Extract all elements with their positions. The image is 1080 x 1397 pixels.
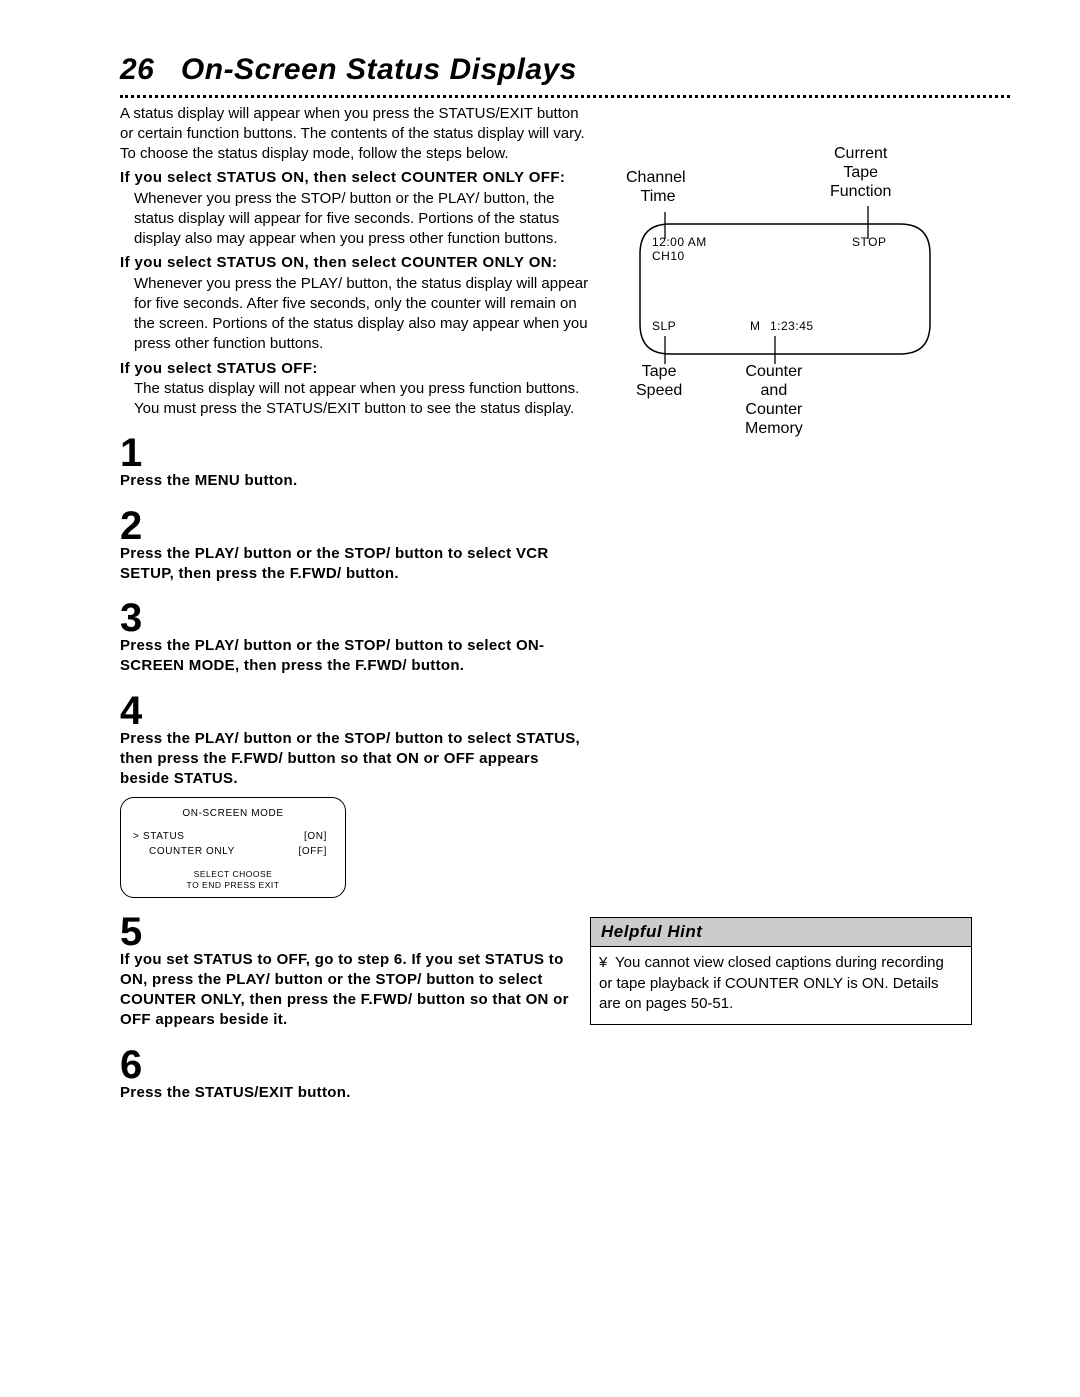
intro-text: A status display will appear when you pr… [120, 104, 590, 165]
step-1-number: 1 [120, 433, 590, 473]
osd-title: ON-SCREEN MODE [133, 806, 333, 821]
osd-row2-value: [OFF] [298, 844, 327, 859]
step-5-text: If you set STATUS to OFF, go to step 6. … [120, 950, 590, 1031]
dotted-rule [120, 95, 1010, 98]
step-6-number: 6 [120, 1045, 590, 1085]
tv-counter: 1:23:45 [770, 319, 814, 333]
section1-heading: If you select STATUS ON, then select COU… [120, 168, 590, 188]
tv-channel: CH10 [652, 249, 685, 263]
helpful-hint-title: Helpful Hint [591, 918, 971, 948]
step-4-number: 4 [120, 691, 590, 731]
tv-diagram: Channel Time CurrentTapeFunction TapeSpe… [610, 124, 960, 454]
label-counter-memory: CounterandCounterMemory [745, 362, 803, 439]
label-tape-speed: TapeSpeed [636, 362, 682, 400]
bullet-icon: ¥ [599, 953, 615, 973]
osd-row-counter-only: COUNTER ONLY [OFF] [133, 844, 333, 859]
section2-body: Whenever you press the PLAY/ button, the… [120, 274, 590, 355]
page-number: 26 [120, 53, 154, 86]
left-column: A status display will appear when you pr… [120, 104, 590, 1103]
section2-heading: If you select STATUS ON, then select COU… [120, 253, 590, 273]
tv-mem: M [750, 319, 761, 333]
osd-footer1: SELECT CHOOSE [133, 869, 333, 880]
osd-footer: SELECT CHOOSE TO END PRESS EXIT [133, 869, 333, 890]
step-3-number: 3 [120, 598, 590, 638]
osd-menu-illustration: ON-SCREEN MODE >STATUS [ON] COUNTER ONLY… [120, 797, 346, 897]
step-5-number: 5 [120, 912, 590, 952]
caret-icon: > [133, 829, 143, 844]
section1-body: Whenever you press the STOP/ button or t… [120, 189, 590, 250]
osd-footer2: TO END PRESS EXIT [133, 880, 333, 891]
section3-heading: If you select STATUS OFF: [120, 359, 590, 379]
step-6-text: Press the STATUS/EXIT button. [120, 1083, 590, 1103]
step-3-text: Press the PLAY/ button or the STOP/ butt… [120, 636, 590, 677]
step-6-text-content: Press the STATUS/EXIT button [120, 1084, 346, 1101]
tv-speed: SLP [652, 319, 676, 333]
tv-time: 12:00 AM [652, 235, 707, 249]
section3-body: The status display will not appear when … [120, 379, 590, 420]
osd-row-status: >STATUS [ON] [133, 829, 333, 844]
osd-row1-value: [ON] [304, 829, 327, 844]
step-2-text: Press the PLAY/ button or the STOP/ butt… [120, 544, 590, 585]
osd-row2-label: COUNTER ONLY [149, 846, 235, 857]
helpful-hint-body: ¥You cannot view closed captions during … [591, 947, 971, 1024]
manual-page: 26 On-Screen Status Displays A status di… [0, 0, 1080, 1397]
helpful-hint-box: Helpful Hint ¥You cannot view closed cap… [590, 917, 972, 1026]
page-title-text: On-Screen Status Displays [181, 53, 577, 86]
helpful-hint-text: You cannot view closed captions during r… [599, 954, 944, 1012]
label-channel-time: Channel Time [626, 168, 686, 206]
label-current-tape-function: CurrentTapeFunction [830, 144, 891, 202]
tv-func: STOP [852, 235, 886, 249]
step-1-text: Press the MENU button. [120, 471, 590, 491]
step-2-number: 2 [120, 506, 590, 546]
page-title: 26 On-Screen Status Displays [120, 50, 1010, 91]
osd-row1-label: STATUS [143, 831, 185, 842]
step-4-text: Press the PLAY/ button or the STOP/ butt… [120, 729, 590, 790]
